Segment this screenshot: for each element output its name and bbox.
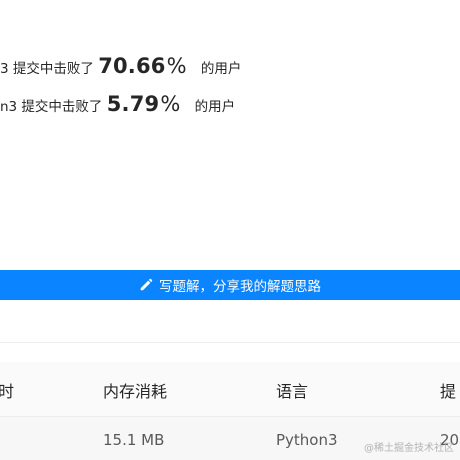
column-header-runtime: 时 [0, 382, 15, 401]
memory-beat-suffix: 的用户 [194, 99, 236, 115]
row-memory: 15.1 MB [103, 431, 165, 449]
runtime-beat-stat: 3 提交中击败了 70.66% 的用户 [0, 54, 241, 78]
write-solution-button[interactable]: 写题解，分享我的解题思路 [0, 270, 460, 300]
section-divider [0, 342, 460, 343]
runtime-beat-prefix: 3 提交中击败了 [0, 61, 94, 77]
pencil-icon [140, 278, 153, 291]
watermark: @稀土掘金技术社区 [364, 443, 454, 454]
memory-beat-prefix: n3 提交中击败了 [0, 99, 103, 115]
column-header-submit-time: 提 [440, 382, 457, 401]
runtime-beat-unit: % [166, 54, 187, 78]
column-header-memory[interactable]: 内存消耗 [103, 378, 167, 402]
submissions-table-header: 时 内存消耗 语言 提 [0, 362, 460, 416]
write-solution-label: 写题解，分享我的解题思路 [159, 279, 321, 295]
column-header-language: 语言 [276, 382, 309, 401]
runtime-beat-value: 70.66 [98, 54, 166, 78]
row-language: Python3 [276, 431, 338, 449]
memory-beat-value: 5.79 [106, 92, 160, 116]
runtime-beat-suffix: 的用户 [200, 61, 242, 77]
memory-beat-unit: % [160, 92, 181, 116]
memory-beat-stat: n3 提交中击败了 5.79% 的用户 [0, 92, 235, 116]
